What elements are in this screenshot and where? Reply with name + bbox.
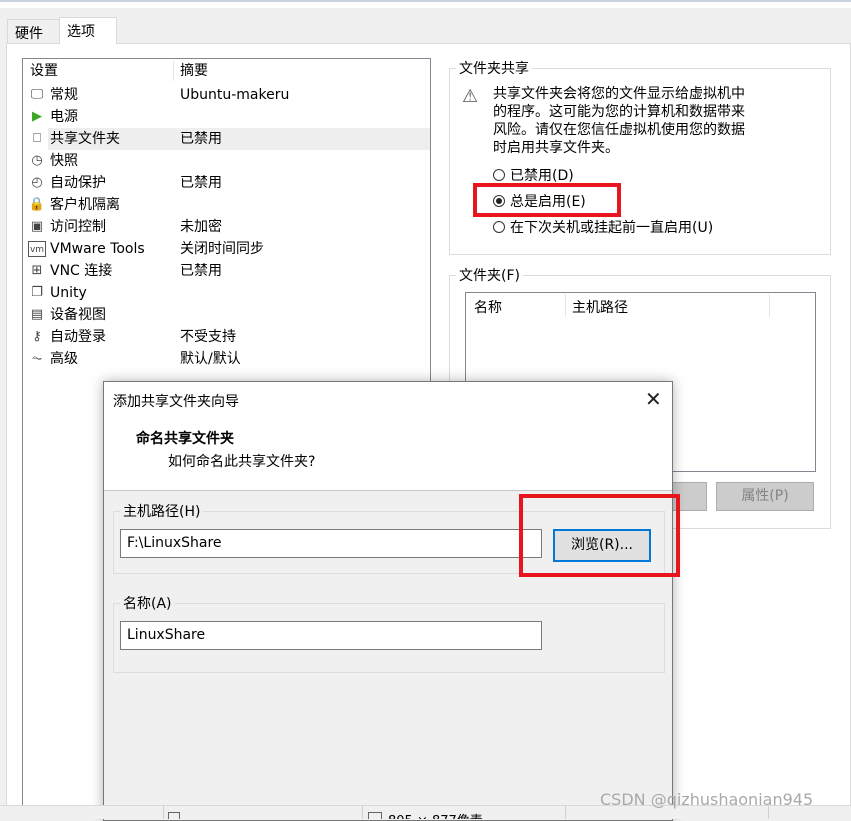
vmware-tools-icon: vm [28,241,46,257]
setting-summary: Ubuntu-makeru [180,87,290,103]
selection-icon [168,812,180,819]
setting-summary: 关闭时间同步 [180,241,264,257]
wizard-subheading: 如何命名此共享文件夹? [168,454,316,470]
setting-name: VNC 连接 [50,263,113,279]
setting-name: VMware Tools [50,241,145,257]
unity-icon: ❐ [31,285,43,300]
setting-summary: 未加密 [180,219,222,235]
column-header-host-path[interactable]: 主机路径 [572,297,628,317]
warning-icon: ⚠ [462,86,479,107]
watermark: CSDN @qizhushaonian945 [600,790,814,809]
tab-hardware[interactable]: 硬件 [7,19,60,44]
settings-item[interactable]: ▤ 设备视图 [23,304,430,326]
setting-name: 常规 [50,87,78,103]
radio-until-poweroff[interactable]: 在下次关机或挂起前一直启用(U) [493,218,713,238]
tab-options[interactable]: 选项 [59,17,117,44]
setting-name: 设备视图 [50,307,106,323]
settings-item[interactable]: ▣ 访问控制 未加密 [23,216,430,238]
autologin-user-key-icon: ⚷ [32,329,42,344]
column-header-name[interactable]: 名称 [474,297,502,317]
setting-name: 自动登录 [50,329,106,345]
image-size-icon [368,812,382,819]
list-header: 设置 摘要 [23,59,430,83]
setting-name: 客户机隔离 [50,197,120,213]
name-label: 名称(A) [120,593,175,613]
settings-item[interactable]: ◴ 自动保护 已禁用 [23,172,430,194]
setting-name: 高级 [50,351,78,367]
top-border [0,0,851,8]
vnc-icon: ⊞ [31,263,43,278]
warning-line: 的程序。这可能为您的计算机和数据带来 [493,104,745,120]
device-view-icon: ▤ [30,307,44,322]
setting-summary: 不受支持 [180,329,236,345]
tab-label: 选项 [67,24,95,40]
group-title: 文件夹共享 [459,61,529,77]
power-play-icon: ▶ [32,109,42,124]
warning-line: 风险。请仅在您信任虚拟机使用您的数据 [493,122,745,138]
properties-button[interactable]: 属性(P) [716,482,814,511]
lock-icon: 🔒 [28,197,46,212]
access-control-icon: ▣ [30,219,44,234]
image-dimensions: 805 × 877像素 [388,810,483,819]
radio-circle [493,221,505,233]
radio-circle [493,169,505,181]
warning-text: 共享文件夹会将您的文件显示给虚拟机中 的程序。这可能为您的计算机和数据带来 风险… [493,85,745,157]
column-header-summary[interactable]: 摘要 [180,59,208,83]
warning-line: 时启用共享文件夹。 [493,140,619,156]
shared-folder-icon: ⎕ [33,131,41,146]
setting-summary: 已禁用 [180,131,222,147]
setting-summary: 默认/默认 [180,351,241,367]
settings-item[interactable]: vm VMware Tools 关闭时间同步 [23,238,430,260]
setting-name: 自动保护 [50,175,106,191]
highlight-box [519,494,680,577]
settings-item[interactable]: ⎕ 共享文件夹 已禁用 [23,128,430,150]
tab-label: 硬件 [15,26,43,42]
settings-item[interactable]: ▶ 电源 [23,106,430,128]
column-header-settings[interactable]: 设置 [30,59,58,83]
name-input[interactable]: LinuxShare [120,621,542,650]
setting-name: 访问控制 [50,219,106,235]
settings-item[interactable]: 🖵 常规 Ubuntu-makeru [23,84,430,106]
radio-label: 已禁用(D) [510,168,574,184]
setting-name: 电源 [50,109,78,125]
setting-name: 共享文件夹 [50,131,120,147]
wizard-header: 添加共享文件夹向导 ✕ 命名共享文件夹 如何命名此共享文件夹? [104,382,672,491]
setting-summary: 已禁用 [180,263,222,279]
snapshot-icon: ◷ [31,153,43,168]
setting-name: 快照 [50,153,78,169]
settings-item[interactable]: ⊞ VNC 连接 已禁用 [23,260,430,282]
highlight-box [473,183,621,217]
host-path-label: 主机路径(H) [120,501,204,521]
radio-label: 在下次关机或挂起前一直启用(U) [510,220,714,236]
monitor-icon: 🖵 [30,87,44,102]
settings-item[interactable]: ◷ 快照 [23,150,430,172]
setting-summary: 已禁用 [180,175,222,191]
button-label: 属性(P) [741,488,789,504]
settings-item[interactable]: ❐ Unity [23,282,430,304]
add-shared-folder-wizard: 添加共享文件夹向导 ✕ 命名共享文件夹 如何命名此共享文件夹? 主机路径(H) … [103,381,673,821]
settings-item[interactable]: 🔒 客户机隔离 [23,194,430,216]
settings-item[interactable]: ⚷ 自动登录 不受支持 [23,326,430,348]
group-title: 文件夹(F) [459,268,520,284]
setting-name: Unity [50,285,87,301]
close-icon[interactable]: ✕ [645,387,662,411]
autoprotect-clock-icon: ◴ [31,175,43,190]
wizard-heading: 命名共享文件夹 [136,431,234,447]
advanced-pulse-icon: ⏦ [31,351,43,366]
host-path-input[interactable]: F:\LinuxShare [120,529,542,558]
warning-line: 共享文件夹会将您的文件显示给虚拟机中 [493,86,745,102]
dialog-title: 添加共享文件夹向导 [113,394,239,410]
settings-item[interactable]: ⏦ 高级 默认/默认 [23,348,430,370]
